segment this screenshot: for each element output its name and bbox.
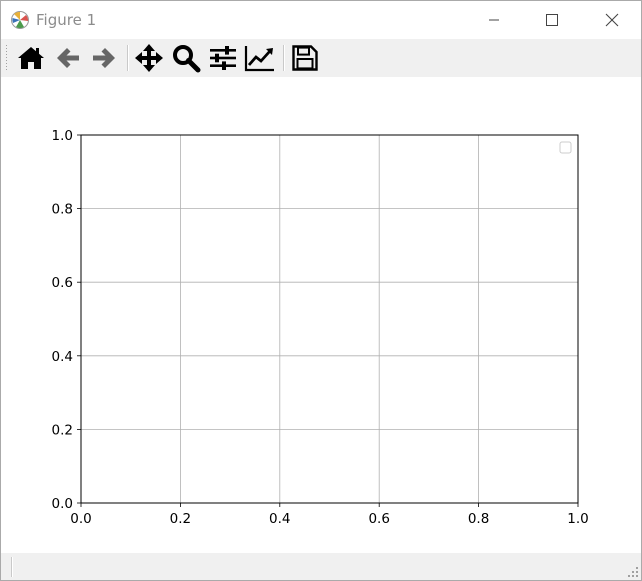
close-icon [605,13,619,27]
y-tick-label: 0.8 [52,202,73,218]
y-tick-label: 0.0 [52,496,73,512]
x-tick-label: 0.6 [368,511,389,527]
matplotlib-app-icon [10,10,30,30]
close-button[interactable] [583,1,641,39]
magnifier-icon [173,45,201,73]
x-tick-label: 0.2 [170,511,191,527]
move-arrows-icon [135,44,163,72]
x-tick-label: 0.0 [70,511,91,527]
toolbar-separator [283,45,285,71]
pan-button[interactable] [132,42,166,74]
minimize-button[interactable] [465,1,523,39]
edit-axis-button[interactable] [243,42,277,74]
axes-background[interactable] [81,135,578,503]
back-button[interactable] [51,42,85,74]
status-separator [11,557,13,577]
floppy-disk-icon [292,45,318,71]
x-tick-label: 1.0 [567,511,588,527]
title-bar[interactable]: Figure 1 [1,1,641,39]
y-tick-label: 0.6 [52,275,73,291]
line-chart-icon [244,46,274,72]
arrow-left-icon [57,48,79,68]
plot-area[interactable]: 0.0 0.2 0.4 0.6 0.8 1.0 0.0 0.2 0.4 0.6 0.8 1.0 [1,77,641,553]
toolbar-separator [127,45,129,71]
x-tick-label: 0.4 [269,511,290,527]
sliders-icon [210,46,236,70]
toolbar-grip-icon[interactable] [5,43,9,73]
figure-window: Figure 1 0.0 0.2 0.4 0.6 0.8 1.0 0.0 0.2… [0,0,642,581]
figure-canvas[interactable]: 0.0 0.2 0.4 0.6 0.8 1.0 0.0 0.2 0.4 0.6 0.8 1.0 [1,77,641,553]
y-tick-label: 0.2 [52,422,73,438]
status-bar [1,553,641,580]
save-button[interactable] [288,42,322,74]
y-tick-label: 1.0 [52,128,73,144]
forward-button[interactable] [87,42,121,74]
configure-subplots-button[interactable] [206,42,240,74]
x-tick-label: 0.8 [468,511,489,527]
home-icon [18,47,44,69]
home-button[interactable] [14,42,48,74]
zoom-button[interactable] [169,42,203,74]
window-title: Figure 1 [36,11,97,29]
minimize-icon [489,19,499,21]
arrow-right-icon [93,48,115,68]
maximize-button[interactable] [523,1,581,39]
legend-box [559,141,572,154]
maximize-icon [546,14,558,26]
resize-grip-icon[interactable] [628,567,639,578]
y-tick-label: 0.4 [52,349,73,365]
navigation-toolbar [1,39,641,77]
